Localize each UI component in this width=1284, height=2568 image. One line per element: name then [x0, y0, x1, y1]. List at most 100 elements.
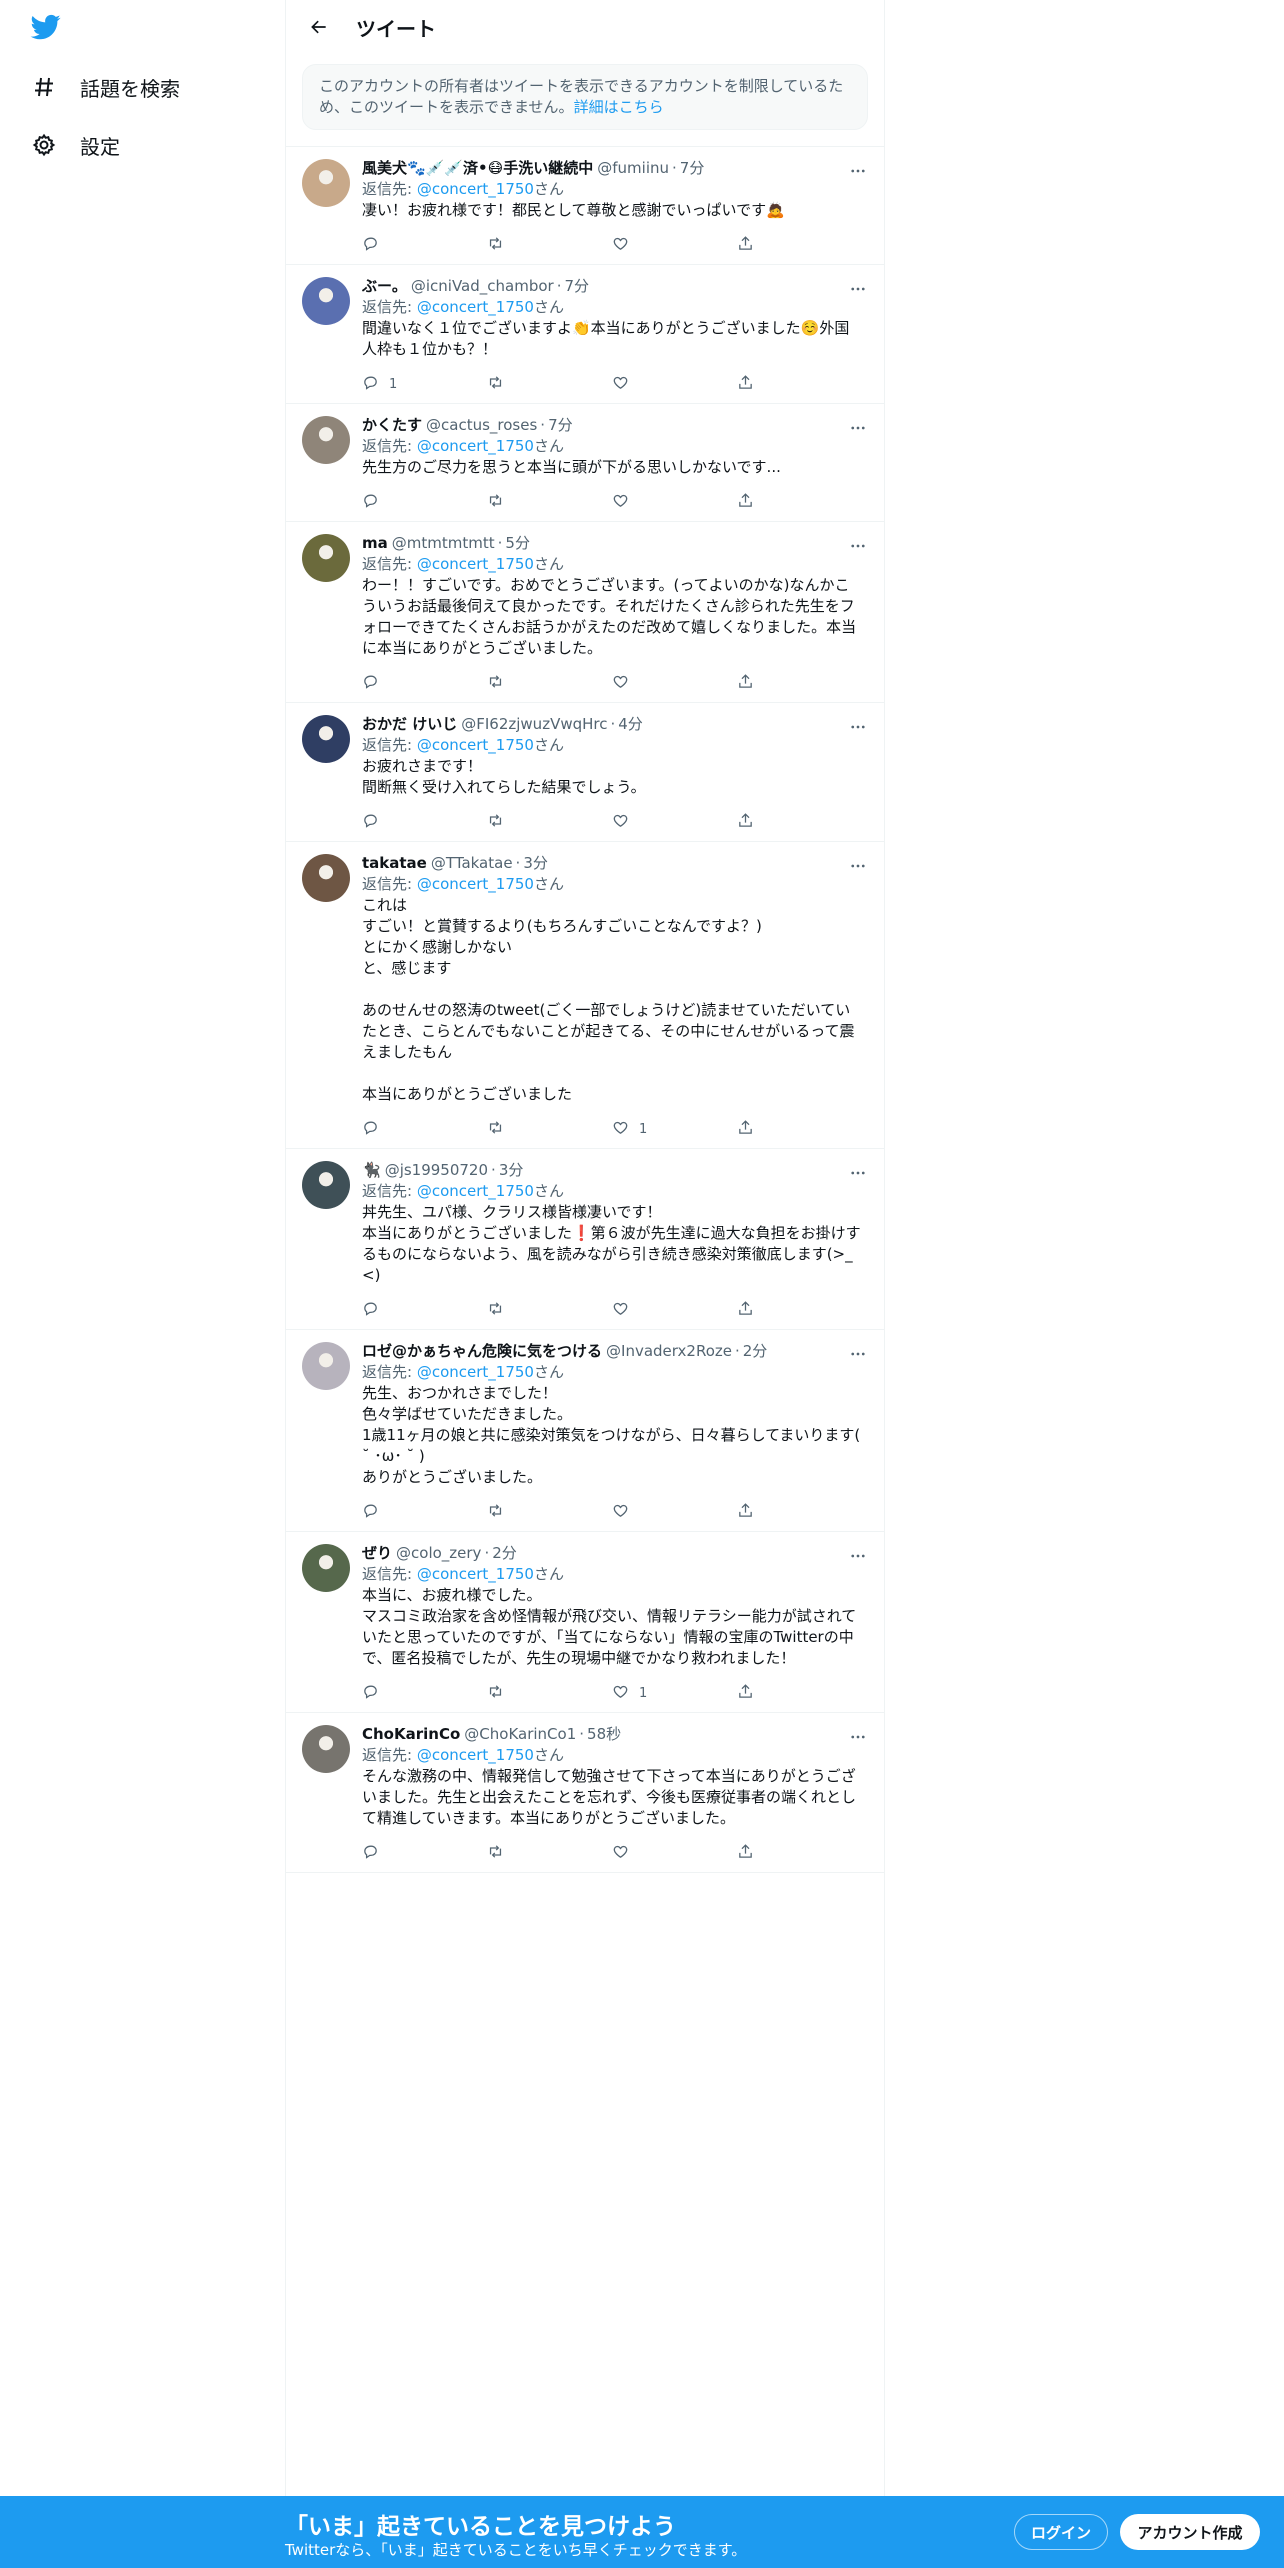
more-options-button[interactable] — [848, 418, 868, 438]
more-options-button[interactable] — [848, 1163, 868, 1183]
share-button[interactable] — [737, 1119, 862, 1140]
avatar[interactable] — [302, 1725, 350, 1773]
share-button[interactable] — [737, 812, 862, 833]
back-button[interactable] — [302, 10, 336, 44]
share-button[interactable] — [737, 1502, 862, 1523]
avatar[interactable] — [302, 854, 350, 902]
avatar[interactable] — [302, 534, 350, 582]
share-button[interactable] — [737, 374, 862, 395]
tweet-time[interactable]: 2分 — [743, 1341, 768, 1362]
author-name[interactable]: ぶー。 — [362, 276, 407, 297]
more-options-button[interactable] — [848, 279, 868, 299]
author-name[interactable]: かくたす — [362, 415, 422, 436]
reply-mention-link[interactable]: @concert_1750 — [417, 1565, 534, 1583]
like-button[interactable] — [612, 235, 737, 256]
author-name[interactable]: おかだ けいじ — [362, 714, 457, 735]
avatar[interactable] — [302, 277, 350, 325]
tweet-time[interactable]: 7分 — [548, 415, 573, 436]
reply-button[interactable] — [362, 812, 487, 833]
author-name[interactable]: ロゼ@かぁちゃん危険に気をつける — [362, 1341, 602, 1362]
reply-mention-link[interactable]: @concert_1750 — [417, 1182, 534, 1200]
author-handle[interactable]: @mtmtmtmtt — [392, 533, 495, 554]
reply-button[interactable]: 1 — [362, 374, 487, 395]
retweet-button[interactable] — [487, 812, 612, 833]
author-name[interactable]: 風美犬🐾💉💉済•😷手洗い継続中 — [362, 158, 593, 179]
retweet-button[interactable] — [487, 235, 612, 256]
nav-settings[interactable]: 設定 — [30, 120, 120, 170]
share-button[interactable] — [737, 673, 862, 694]
reply-button[interactable] — [362, 673, 487, 694]
login-button[interactable]: ログイン — [1014, 2514, 1108, 2550]
more-options-button[interactable] — [848, 856, 868, 876]
tweet[interactable]: 風美犬🐾💉💉済•😷手洗い継続中 @fumiinu · 7分 返信先: @concert_… — [286, 147, 884, 265]
reply-mention-link[interactable]: @concert_1750 — [417, 555, 534, 573]
tweet[interactable]: 🐈‍⬛ @js19950720 · 3分 返信先: @concert_1750さん 丼先生… — [286, 1149, 884, 1330]
reply-mention-link[interactable]: @concert_1750 — [417, 875, 534, 893]
reply-mention-link[interactable]: @concert_1750 — [417, 1746, 534, 1764]
tweet-time[interactable]: 58秒 — [587, 1724, 621, 1745]
more-options-button[interactable] — [848, 1344, 868, 1364]
reply-mention-link[interactable]: @concert_1750 — [417, 736, 534, 754]
tweet-time[interactable]: 7分 — [564, 276, 589, 297]
share-button[interactable] — [737, 492, 862, 513]
retweet-button[interactable] — [487, 673, 612, 694]
reply-button[interactable] — [362, 1300, 487, 1321]
learn-more-link[interactable]: 詳細はこちら — [574, 98, 664, 116]
like-button[interactable] — [612, 374, 737, 395]
share-button[interactable] — [737, 1683, 862, 1704]
tweet[interactable]: takatae @TTakatae · 3分 返信先: @concert_1750さんこ… — [286, 842, 884, 1149]
more-options-button[interactable] — [848, 717, 868, 737]
tweet-time[interactable]: 4分 — [618, 714, 643, 735]
reply-mention-link[interactable]: @concert_1750 — [417, 1363, 534, 1381]
author-handle[interactable]: @colo_zery — [396, 1543, 481, 1564]
retweet-button[interactable] — [487, 492, 612, 513]
more-options-button[interactable] — [848, 536, 868, 556]
like-button[interactable]: 1 — [612, 1683, 737, 1704]
author-handle[interactable]: @js19950720 — [385, 1160, 488, 1181]
like-button[interactable] — [612, 1502, 737, 1523]
tweet-time[interactable]: 7分 — [680, 158, 705, 179]
twitter-logo-icon[interactable] — [30, 12, 66, 44]
author-handle[interactable]: @Invaderx2Roze — [606, 1341, 732, 1362]
tweet-time[interactable]: 2分 — [492, 1543, 517, 1564]
like-button[interactable] — [612, 812, 737, 833]
more-options-button[interactable] — [848, 161, 868, 181]
author-handle[interactable]: @icniVad_chambor — [411, 276, 554, 297]
retweet-button[interactable] — [487, 1843, 612, 1864]
author-name[interactable]: 🐈‍⬛ — [362, 1160, 381, 1181]
reply-mention-link[interactable]: @concert_1750 — [417, 180, 534, 198]
retweet-button[interactable] — [487, 1119, 612, 1140]
tweet[interactable]: ChoKarinCo @ChoKarinCo1 · 58秒 返信先: @concert_… — [286, 1713, 884, 1873]
tweet-time[interactable]: 5分 — [505, 533, 530, 554]
like-button[interactable] — [612, 1843, 737, 1864]
signup-button[interactable]: アカウント作成 — [1120, 2514, 1260, 2550]
author-handle[interactable]: @cactus_roses — [426, 415, 537, 436]
more-options-button[interactable] — [848, 1546, 868, 1566]
like-button[interactable]: 1 — [612, 1119, 737, 1140]
author-handle[interactable]: @FI62zjwuzVwqHrc — [461, 714, 607, 735]
avatar[interactable] — [302, 1342, 350, 1390]
avatar[interactable] — [302, 1544, 350, 1592]
tweet[interactable]: かくたす @cactus_roses · 7分 返信先: @concert_1750さん… — [286, 404, 884, 522]
more-options-button[interactable] — [848, 1727, 868, 1747]
author-name[interactable]: ma — [362, 533, 388, 554]
avatar[interactable] — [302, 416, 350, 464]
avatar[interactable] — [302, 715, 350, 763]
reply-button[interactable] — [362, 492, 487, 513]
author-name[interactable]: ぜり — [362, 1543, 392, 1564]
tweet[interactable]: ロゼ@かぁちゃん危険に気をつける @Invaderx2Roze · 2分 返信先: @c… — [286, 1330, 884, 1532]
like-button[interactable] — [612, 673, 737, 694]
author-name[interactable]: ChoKarinCo — [362, 1724, 460, 1745]
like-button[interactable] — [612, 492, 737, 513]
like-button[interactable] — [612, 1300, 737, 1321]
share-button[interactable] — [737, 235, 862, 256]
retweet-button[interactable] — [487, 1502, 612, 1523]
retweet-button[interactable] — [487, 374, 612, 395]
avatar[interactable] — [302, 159, 350, 207]
author-handle[interactable]: @fumiinu — [597, 158, 669, 179]
author-handle[interactable]: @TTakatae — [431, 853, 513, 874]
author-handle[interactable]: @ChoKarinCo1 — [464, 1724, 576, 1745]
reply-button[interactable] — [362, 1843, 487, 1864]
tweet[interactable]: ぜり @colo_zery · 2分 返信先: @concert_1750さん 本当に、お… — [286, 1532, 884, 1713]
share-button[interactable] — [737, 1843, 862, 1864]
